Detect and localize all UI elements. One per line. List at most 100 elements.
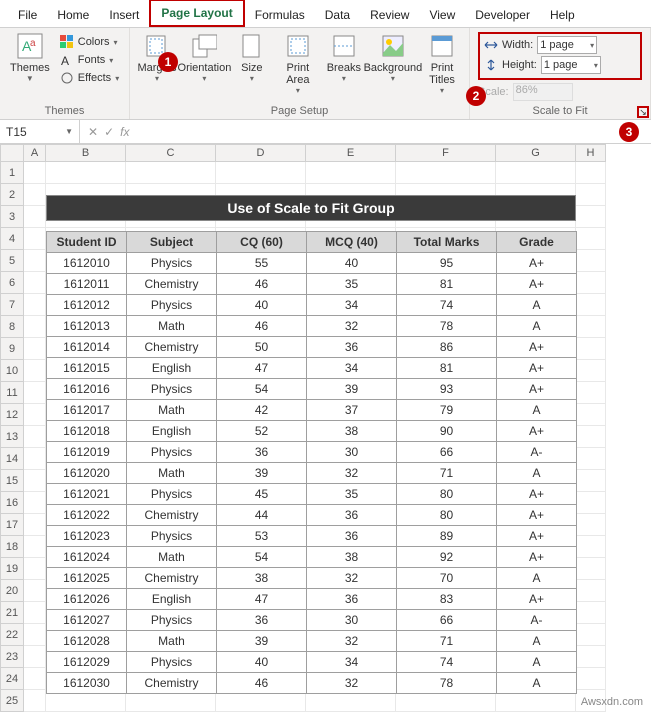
table-cell[interactable]: A+ bbox=[497, 526, 577, 547]
table-cell[interactable]: 92 bbox=[397, 547, 497, 568]
table-cell[interactable]: A bbox=[497, 631, 577, 652]
cell[interactable] bbox=[576, 426, 606, 448]
row-header[interactable]: 22 bbox=[0, 624, 24, 646]
table-cell[interactable]: 66 bbox=[397, 610, 497, 631]
height-select[interactable]: 1 page▾ bbox=[541, 56, 601, 74]
table-cell[interactable]: 30 bbox=[307, 442, 397, 463]
table-cell[interactable]: A bbox=[497, 652, 577, 673]
cell[interactable] bbox=[24, 316, 46, 338]
table-cell[interactable]: Math bbox=[127, 547, 217, 568]
table-cell[interactable]: 46 bbox=[217, 673, 307, 694]
table-cell[interactable]: 1612030 bbox=[47, 673, 127, 694]
cell[interactable] bbox=[576, 470, 606, 492]
cell[interactable] bbox=[24, 470, 46, 492]
cell[interactable] bbox=[576, 206, 606, 228]
table-cell[interactable]: 1612018 bbox=[47, 421, 127, 442]
col-header-G[interactable]: G bbox=[496, 144, 576, 162]
table-cell[interactable]: 47 bbox=[217, 589, 307, 610]
cell[interactable] bbox=[24, 404, 46, 426]
cell[interactable] bbox=[576, 250, 606, 272]
scale-to-fit-launcher[interactable]: ↘ bbox=[637, 106, 649, 118]
row-header[interactable]: 8 bbox=[0, 316, 24, 338]
cell[interactable] bbox=[576, 404, 606, 426]
table-cell[interactable]: A+ bbox=[497, 358, 577, 379]
breaks-button[interactable]: Breaks▾ bbox=[323, 30, 365, 85]
cell[interactable] bbox=[576, 338, 606, 360]
table-cell[interactable]: 32 bbox=[307, 316, 397, 337]
table-cell[interactable]: 1612019 bbox=[47, 442, 127, 463]
cell[interactable] bbox=[576, 580, 606, 602]
table-cell[interactable]: Chemistry bbox=[127, 568, 217, 589]
col-header-C[interactable]: C bbox=[126, 144, 216, 162]
table-cell[interactable]: 35 bbox=[307, 274, 397, 295]
row-header[interactable]: 23 bbox=[0, 646, 24, 668]
cell[interactable] bbox=[576, 624, 606, 646]
table-cell[interactable]: A+ bbox=[497, 421, 577, 442]
cell[interactable] bbox=[24, 558, 46, 580]
table-cell[interactable]: 95 bbox=[397, 253, 497, 274]
table-cell[interactable]: Math bbox=[127, 631, 217, 652]
table-cell[interactable]: A+ bbox=[497, 484, 577, 505]
width-select[interactable]: 1 page▾ bbox=[537, 36, 597, 54]
table-cell[interactable]: 78 bbox=[397, 316, 497, 337]
table-cell[interactable]: Chemistry bbox=[127, 337, 217, 358]
cell[interactable] bbox=[576, 382, 606, 404]
table-cell[interactable]: Physics bbox=[127, 484, 217, 505]
table-cell[interactable]: 53 bbox=[217, 526, 307, 547]
cell[interactable] bbox=[496, 162, 576, 184]
name-box[interactable]: T15 ▼ bbox=[0, 120, 80, 143]
cell[interactable] bbox=[24, 382, 46, 404]
table-cell[interactable]: 34 bbox=[307, 358, 397, 379]
table-cell[interactable]: 47 bbox=[217, 358, 307, 379]
table-cell[interactable]: 34 bbox=[307, 295, 397, 316]
row-header[interactable]: 20 bbox=[0, 580, 24, 602]
cell[interactable] bbox=[396, 162, 496, 184]
col-header-A[interactable]: A bbox=[24, 144, 46, 162]
table-cell[interactable]: 32 bbox=[307, 673, 397, 694]
table-cell[interactable]: 34 bbox=[307, 652, 397, 673]
col-header-B[interactable]: B bbox=[46, 144, 126, 162]
ribbon-tab-home[interactable]: Home bbox=[47, 3, 99, 27]
table-cell[interactable]: 39 bbox=[217, 463, 307, 484]
table-cell[interactable]: 36 bbox=[307, 337, 397, 358]
background-button[interactable]: Background▾ bbox=[369, 30, 417, 85]
cell[interactable] bbox=[576, 162, 606, 184]
table-cell[interactable]: 1612010 bbox=[47, 253, 127, 274]
cell[interactable] bbox=[24, 338, 46, 360]
ribbon-tab-view[interactable]: View bbox=[419, 3, 465, 27]
row-header[interactable]: 24 bbox=[0, 668, 24, 690]
table-cell[interactable]: 70 bbox=[397, 568, 497, 589]
table-cell[interactable]: Physics bbox=[127, 442, 217, 463]
table-cell[interactable]: 71 bbox=[397, 463, 497, 484]
table-cell[interactable]: Math bbox=[127, 316, 217, 337]
table-cell[interactable]: A bbox=[497, 568, 577, 589]
table-cell[interactable]: 1612026 bbox=[47, 589, 127, 610]
effects-button[interactable]: Effects▾ bbox=[58, 70, 121, 86]
cell[interactable] bbox=[306, 162, 396, 184]
table-cell[interactable]: 36 bbox=[307, 505, 397, 526]
table-cell[interactable]: Chemistry bbox=[127, 274, 217, 295]
row-header[interactable]: 5 bbox=[0, 250, 24, 272]
row-header[interactable]: 15 bbox=[0, 470, 24, 492]
table-cell[interactable]: 1612023 bbox=[47, 526, 127, 547]
table-cell[interactable]: A+ bbox=[497, 547, 577, 568]
fonts-button[interactable]: A Fonts▾ bbox=[58, 52, 121, 68]
table-cell[interactable]: 55 bbox=[217, 253, 307, 274]
cell[interactable] bbox=[24, 294, 46, 316]
table-cell[interactable]: 89 bbox=[397, 526, 497, 547]
table-cell[interactable]: 83 bbox=[397, 589, 497, 610]
table-cell[interactable]: A bbox=[497, 316, 577, 337]
table-cell[interactable]: 32 bbox=[307, 631, 397, 652]
table-cell[interactable]: 1612013 bbox=[47, 316, 127, 337]
table-cell[interactable]: 1612014 bbox=[47, 337, 127, 358]
table-cell[interactable]: 1612020 bbox=[47, 463, 127, 484]
table-cell[interactable]: 46 bbox=[217, 316, 307, 337]
cell[interactable] bbox=[216, 162, 306, 184]
table-cell[interactable]: 30 bbox=[307, 610, 397, 631]
table-cell[interactable]: 1612027 bbox=[47, 610, 127, 631]
table-cell[interactable]: 52 bbox=[217, 421, 307, 442]
cell[interactable] bbox=[576, 272, 606, 294]
colors-button[interactable]: Colors▾ bbox=[58, 34, 121, 50]
table-cell[interactable]: Physics bbox=[127, 253, 217, 274]
cell[interactable] bbox=[576, 536, 606, 558]
